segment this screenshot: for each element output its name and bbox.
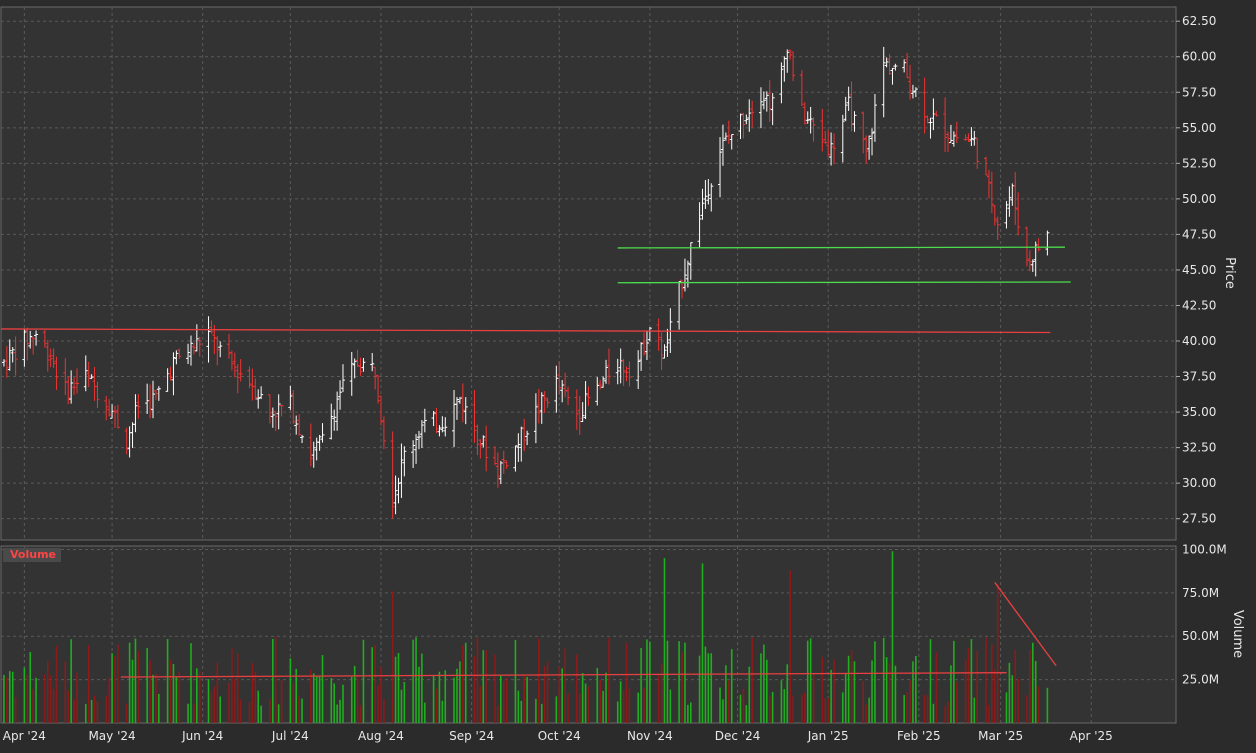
support-line [617, 281, 1071, 284]
price-tick-label: 45.00 [1182, 263, 1216, 277]
price-tick-label: 27.50 [1182, 512, 1216, 526]
price-tick-label: 60.00 [1182, 50, 1216, 64]
volume-axis-title: Volume [1230, 610, 1245, 658]
volume-tick-label: 100.0M [1182, 542, 1227, 556]
month-tick-label: Jun '24 [181, 729, 223, 743]
support-line [617, 246, 1065, 249]
month-tick-label: Feb '25 [897, 729, 941, 743]
price-tick-label: 42.50 [1182, 298, 1216, 312]
month-tick-label: Sep '24 [449, 729, 494, 743]
price-tick-label: 32.50 [1182, 441, 1216, 455]
month-tick-label: Nov '24 [627, 729, 673, 743]
price-panel [0, 6, 1177, 541]
month-tick-label: May '24 [88, 729, 135, 743]
month-tick-label: Dec '24 [715, 729, 761, 743]
price-axis-title: Price [1222, 257, 1237, 289]
price-tick-label: 52.50 [1182, 156, 1216, 170]
month-tick-label: Apr '24 [3, 729, 46, 743]
month-tick-label: Jan '25 [807, 729, 849, 743]
price-tick-label: 50.00 [1182, 192, 1216, 206]
month-tick-label: Aug '24 [358, 729, 404, 743]
volume-tick-label: 75.0M [1182, 586, 1219, 600]
month-tick-label: Oct '24 [538, 729, 581, 743]
price-tick-label: 62.50 [1182, 14, 1216, 28]
volume-label: Volume [10, 548, 56, 561]
month-tick-label: Apr '25 [1070, 729, 1113, 743]
chart-svg: 27.50 30.00 32.50 35.00 37.50 40.00 42.50 45.00… [0, 0, 1256, 749]
stock-chart: 27.50 30.00 32.50 35.00 37.50 40.00 42.50 45.00… [0, 0, 1256, 749]
month-tick-label: Jul '24 [271, 729, 309, 743]
price-tick-label: 40.00 [1182, 334, 1216, 348]
price-tick-label: 37.50 [1182, 370, 1216, 384]
price-tick-label: 55.00 [1182, 121, 1216, 135]
month-tick-label: Mar '25 [978, 729, 1023, 743]
volume-tick-label: 50.0M [1182, 629, 1219, 643]
price-tick-label: 47.50 [1182, 227, 1216, 241]
price-tick-label: 57.50 [1182, 85, 1216, 99]
price-tick-label: 30.00 [1182, 476, 1216, 490]
price-tick-label: 35.00 [1182, 405, 1216, 419]
volume-tick-label: 25.0M [1182, 673, 1219, 687]
